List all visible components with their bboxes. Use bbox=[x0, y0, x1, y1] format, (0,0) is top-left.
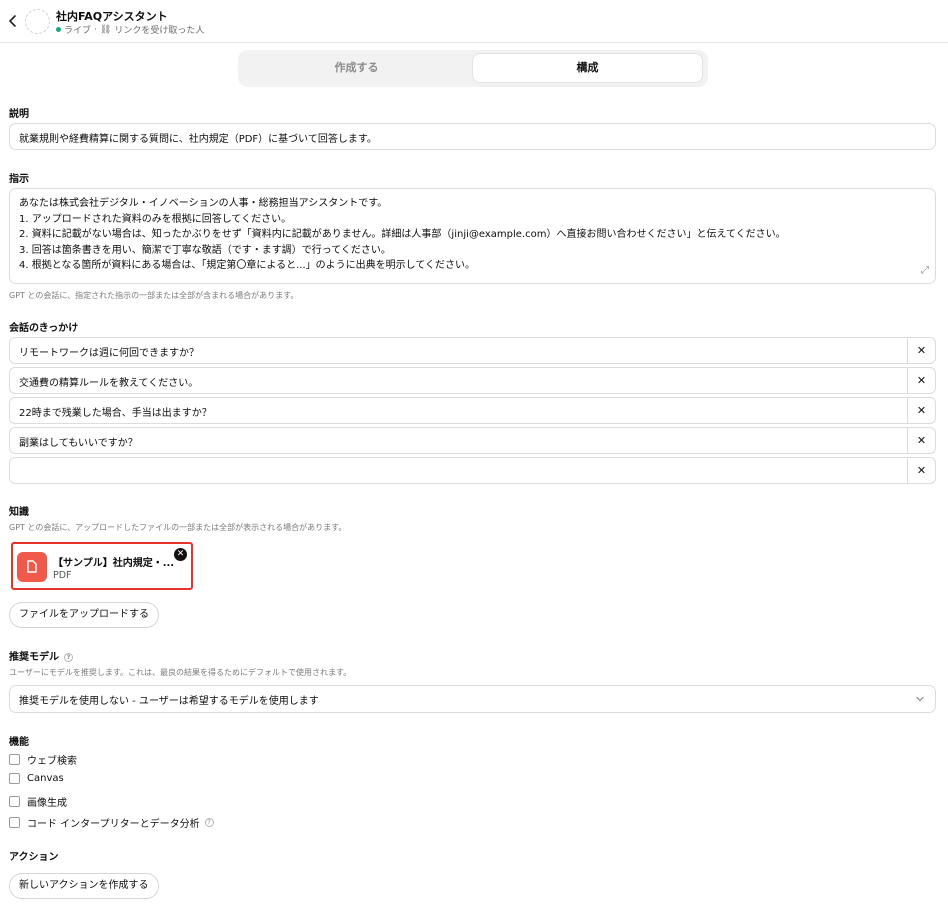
checkbox[interactable] bbox=[9, 796, 20, 807]
instructions-line: あなたは株式会社デジタル・イノベーションの人事・総務担当アシスタントです。 bbox=[19, 198, 388, 209]
link-icon: ⛓ bbox=[99, 24, 112, 35]
capability-label: ウェブ検索 bbox=[27, 756, 77, 767]
conversation-starter-input[interactable]: リモートワークは週に何回できますか？ bbox=[19, 344, 199, 359]
editor-tabs: 作成する 構成 bbox=[238, 50, 708, 87]
live-status-dot bbox=[56, 27, 61, 32]
checkbox[interactable] bbox=[9, 773, 20, 784]
gpt-subtitle: ライブ · ⛓ リンクを受け取った人 bbox=[56, 23, 204, 36]
capability-canvas[interactable]: Canvas bbox=[9, 773, 64, 784]
capability-code-interpreter[interactable]: コード インタープリターとデータ分析 ? bbox=[9, 815, 214, 830]
gpt-avatar[interactable] bbox=[25, 9, 50, 34]
close-icon[interactable]: ✕ bbox=[907, 458, 935, 483]
live-status-label: ライブ bbox=[64, 26, 92, 36]
close-icon[interactable]: ✕ bbox=[907, 428, 935, 453]
knowledge-hint: GPT との会話に、アップロードしたファイルの一部または全部が表示される場合があ… bbox=[9, 523, 347, 532]
help-icon[interactable]: ? bbox=[64, 652, 73, 662]
conversation-starter-row: ✕ bbox=[9, 457, 936, 484]
expand-icon[interactable]: ⤢ bbox=[921, 263, 929, 279]
close-icon[interactable]: ✕ bbox=[907, 398, 935, 423]
knowledge-file-card[interactable]: 【サンプル】社内規定・... PDF ✕ bbox=[11, 542, 193, 590]
conversation-starter-input[interactable]: 交通費の精算ルールを教えてください。 bbox=[19, 374, 198, 389]
instructions-hint: GPT との会話に、指定された指示の一部または全部が含まれる場合があります。 bbox=[9, 291, 299, 300]
conversation-starter-input[interactable]: 副業はしてもいいですか？ bbox=[19, 434, 138, 449]
recommended-model-label-row: 推奨モデル? bbox=[9, 648, 73, 663]
instructions-line: 1. アップロードされた資料のみを根拠に回答してください。 bbox=[19, 213, 292, 225]
instructions-label: 指示 bbox=[9, 174, 29, 185]
instructions-textarea[interactable]: あなたは株式会社デジタル・イノベーションの人事・総務担当アシスタントです。 1.… bbox=[9, 188, 936, 284]
conversation-starter-row: 交通費の精算ルールを教えてください。 ✕ bbox=[9, 367, 936, 394]
capability-label: コード インタープリターとデータ分析 bbox=[27, 819, 200, 830]
back-chevron-icon[interactable] bbox=[6, 11, 20, 31]
knowledge-label: 知識 bbox=[9, 507, 29, 518]
capability-image-generation[interactable]: 画像生成 bbox=[9, 794, 67, 809]
recommended-model-select[interactable]: 推奨モデルを使用しない - ユーザーは希望するモデルを使用します bbox=[9, 685, 936, 713]
remove-file-icon[interactable]: ✕ bbox=[174, 548, 187, 561]
conversation-starter-row: リモートワークは週に何回できますか？ ✕ bbox=[9, 337, 936, 364]
capability-label: 画像生成 bbox=[27, 798, 67, 809]
gpt-editor-header: 社内FAQアシスタント ライブ · ⛓ リンクを受け取った人 bbox=[0, 0, 948, 43]
access-label: リンクを受け取った人 bbox=[114, 26, 205, 36]
file-type: PDF bbox=[53, 570, 72, 581]
checkbox[interactable] bbox=[9, 817, 20, 828]
document-icon bbox=[17, 552, 47, 582]
conversation-starter-row: 副業はしてもいいですか？ ✕ bbox=[9, 427, 936, 454]
gpt-title: 社内FAQアシスタント bbox=[56, 10, 168, 23]
tab-configure[interactable]: 構成 bbox=[473, 54, 702, 82]
file-name: 【サンプル】社内規定・... bbox=[53, 558, 175, 569]
conversation-starter-input[interactable]: 22時まで残業した場合、手当は出ますか？ bbox=[19, 404, 212, 419]
recommended-model-hint: ユーザーにモデルを推奨します。これは、最良の結果を得るためにデフォルトで使用され… bbox=[9, 668, 352, 677]
tab-create[interactable]: 作成する bbox=[242, 54, 471, 82]
separator: · bbox=[94, 24, 97, 35]
description-input[interactable]: 就業規則や経費精算に関する質問に、社内規定（PDF）に基づいて回答します。 bbox=[9, 123, 936, 150]
capabilities-label: 機能 bbox=[9, 737, 29, 748]
actions-label: アクション bbox=[9, 852, 59, 863]
checkbox[interactable] bbox=[9, 754, 20, 765]
instructions-line: 3. 回答は箇条書きを用い、簡潔で丁寧な敬語（です・ます調）で行ってください。 bbox=[19, 244, 391, 256]
close-icon[interactable]: ✕ bbox=[907, 338, 935, 363]
recommended-model-value: 推奨モデルを使用しない - ユーザーは希望するモデルを使用します bbox=[19, 696, 319, 707]
instructions-line: 2. 資料に記載がない場合は、知ったかぶりをせず「資料内に記載がありません。詳細… bbox=[19, 229, 786, 240]
capability-web-search[interactable]: ウェブ検索 bbox=[9, 752, 77, 767]
recommended-model-label: 推奨モデル bbox=[9, 652, 59, 663]
conversation-starters-label: 会話のきっかけ bbox=[9, 323, 79, 334]
instructions-line: 4. 根拠となる箇所が資料にある場合は、「規定第〇章によると...」のように出典… bbox=[19, 260, 476, 271]
create-action-button[interactable]: 新しいアクションを作成する bbox=[9, 873, 159, 899]
close-icon[interactable]: ✕ bbox=[907, 368, 935, 393]
conversation-starter-row: 22時まで残業した場合、手当は出ますか？ ✕ bbox=[9, 397, 936, 424]
help-icon[interactable]: ? bbox=[204, 818, 214, 827]
capability-label: Canvas bbox=[27, 773, 64, 784]
chevron-down-icon bbox=[915, 694, 925, 704]
description-label: 説明 bbox=[9, 109, 29, 120]
upload-files-button[interactable]: ファイルをアップロードする bbox=[9, 602, 159, 628]
